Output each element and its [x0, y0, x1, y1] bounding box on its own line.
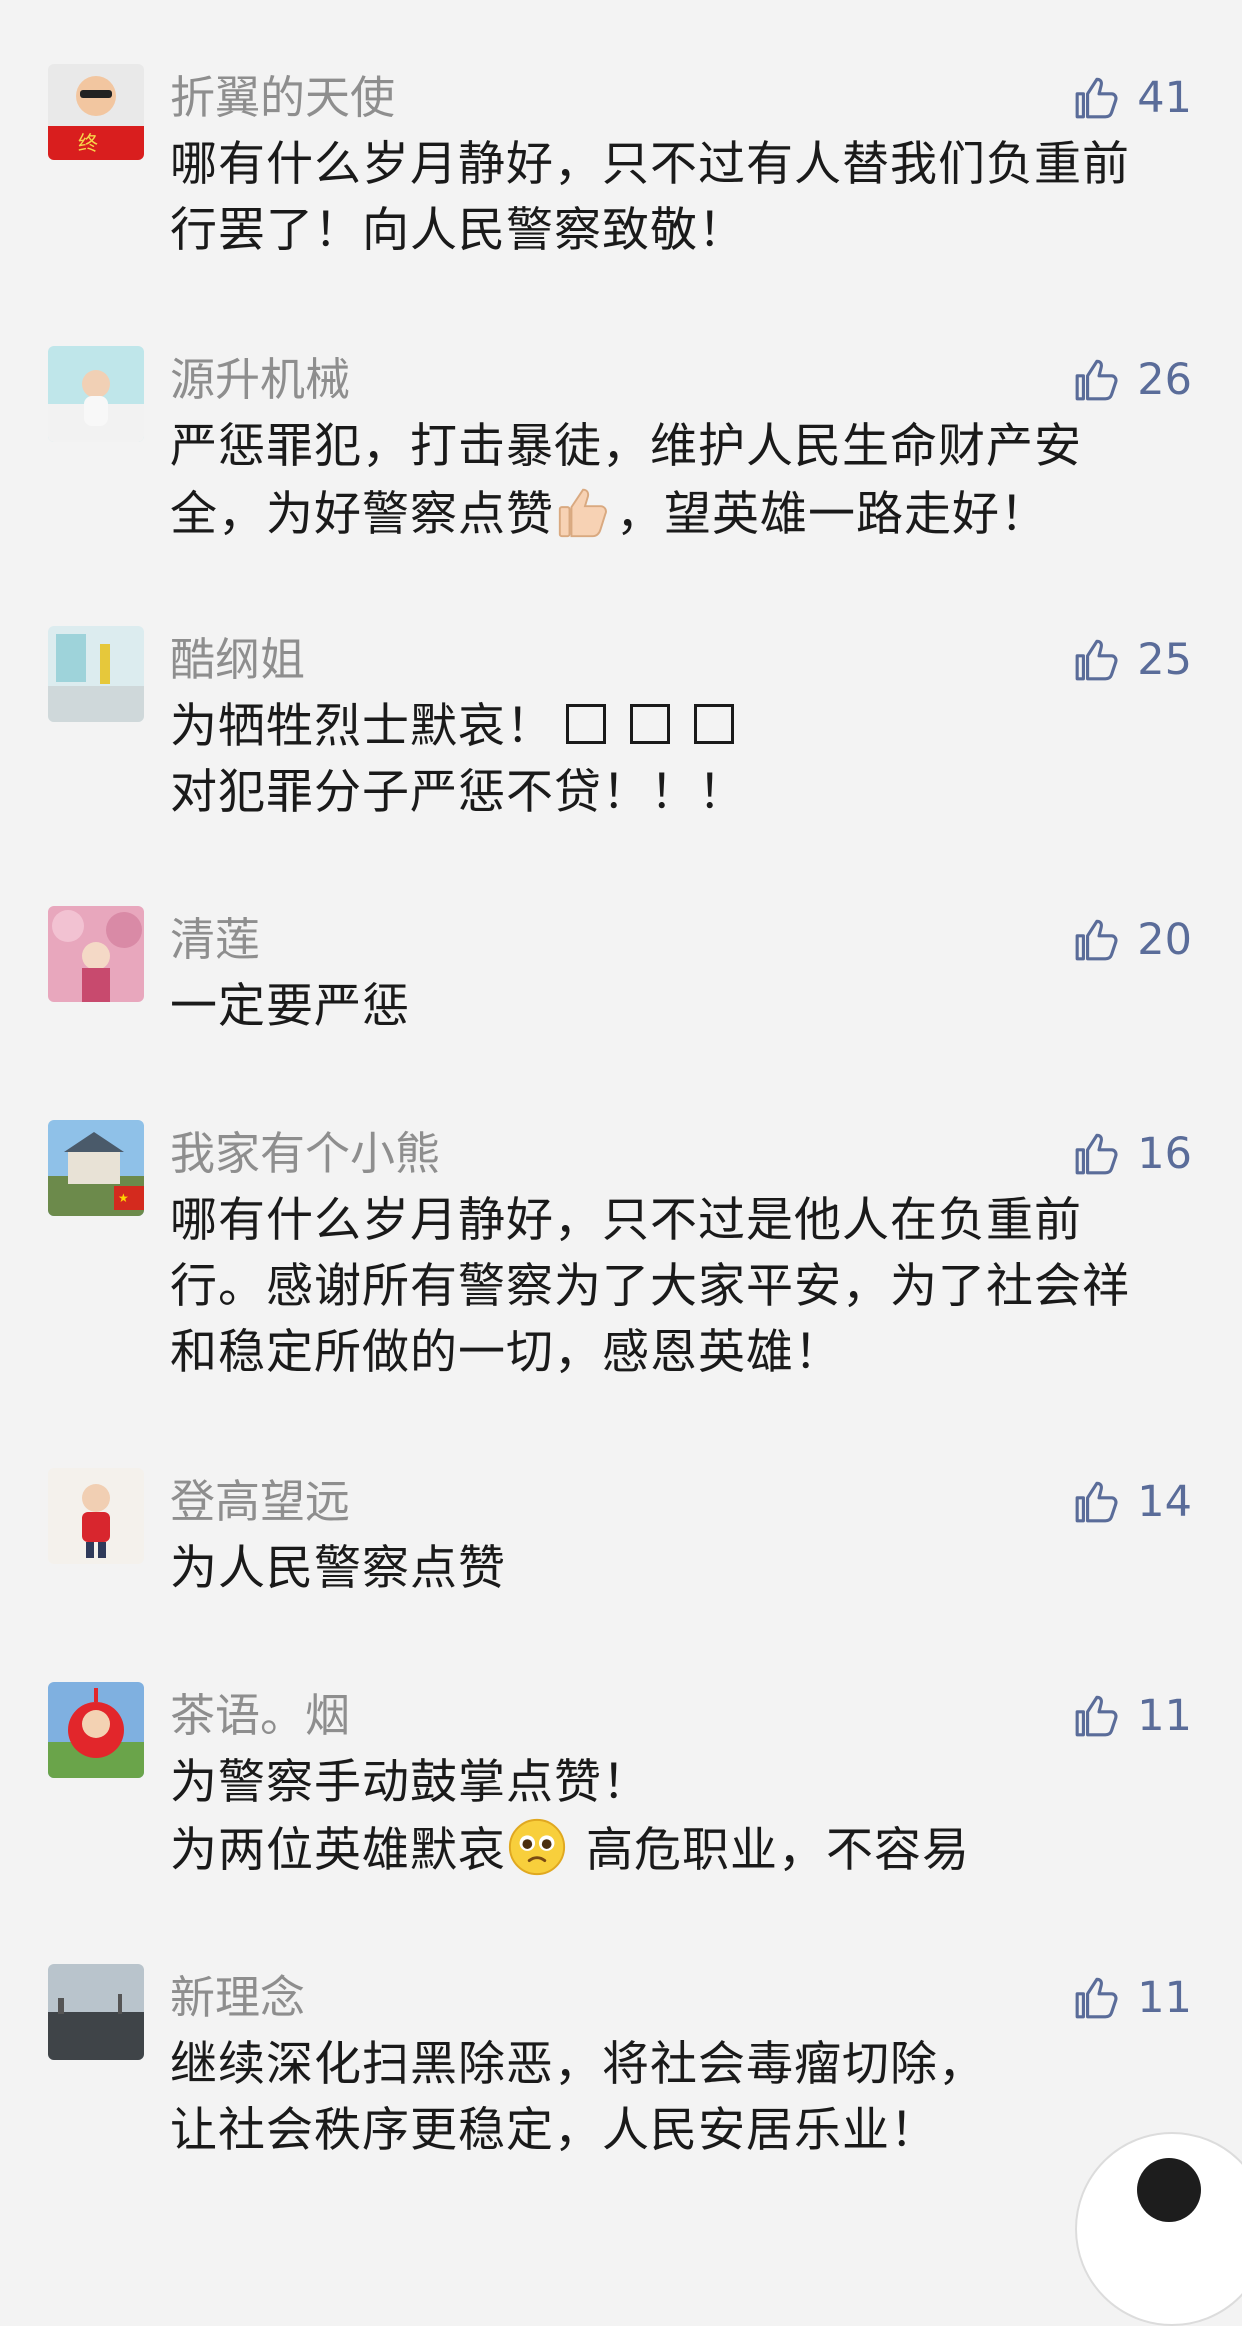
comment-fragment: 全，为好警察点赞 — [170, 487, 554, 542]
username[interactable]: 折翼的天使 — [170, 68, 395, 128]
comment-line: 为两位英雄默哀 高危职业，不容易 — [170, 1816, 1190, 1884]
svg-text:★: ★ — [118, 1191, 129, 1205]
comment-line: 对犯罪分子严惩不贷！！！ — [170, 765, 746, 820]
username[interactable]: 我家有个小熊 — [170, 1124, 440, 1184]
thumbs-up-icon — [1075, 359, 1118, 401]
like-button[interactable]: 14 — [1073, 1474, 1192, 1530]
like-count: 20 — [1137, 915, 1192, 965]
like-count: 41 — [1137, 73, 1192, 123]
comment-fragment: ，望英雄一路走好！ — [616, 487, 1048, 542]
avatar[interactable] — [48, 1964, 144, 2060]
thumbs-up-icon — [1075, 639, 1118, 681]
floating-button-logo — [1137, 2158, 1201, 2222]
username[interactable]: 酷纲姐 — [170, 630, 305, 690]
comment-line: 为警察手动鼓掌点赞！ — [170, 1755, 650, 1810]
avatar[interactable]: ★ — [48, 1120, 144, 1216]
like-count: 11 — [1137, 1691, 1192, 1741]
like-button[interactable]: 20 — [1073, 912, 1192, 968]
username[interactable]: 新理念 — [170, 1968, 305, 2028]
like-count: 16 — [1137, 1129, 1192, 1179]
comment-line: 全，为好警察点赞 ，望英雄一路走好！ — [170, 480, 1190, 548]
comment-text: 严惩罪犯，打击暴徒，维护人民生命财产安 全，为好警察点赞 ，望英雄一路走好！ — [170, 414, 1190, 548]
comment-text: 继续深化扫黑除恶，将社会毒瘤切除， 让社会秩序更稳定，人民安居乐业！ — [170, 2032, 1190, 2164]
like-button[interactable]: 41 — [1073, 70, 1192, 126]
comment-line: 和稳定所做的一切，感恩英雄！ — [170, 1325, 842, 1380]
comment-text: 为牺牲烈士默哀！ 对犯罪分子严惩不贷！！！ — [170, 694, 1190, 826]
comment-text: 为人民警察点赞 — [170, 1536, 1190, 1602]
thumbs-up-icon — [1075, 1481, 1118, 1523]
username[interactable]: 登高望远 — [170, 1472, 350, 1532]
username[interactable]: 清莲 — [170, 910, 260, 970]
like-button[interactable]: 25 — [1073, 632, 1192, 688]
avatar[interactable] — [48, 1468, 144, 1564]
avatar[interactable]: 终 — [48, 64, 144, 160]
comment-line: 哪有什么岁月静好，只不过是他人在负重前 — [170, 1193, 1082, 1248]
avatar[interactable] — [48, 626, 144, 722]
like-count: 11 — [1137, 1973, 1192, 2023]
comment-line: 为牺牲烈士默哀！ — [170, 694, 1190, 760]
comment-text: 为警察手动鼓掌点赞！ 为两位英雄默哀 高危职业，不容易 — [170, 1750, 1190, 1884]
thumbs-up-icon — [1075, 77, 1118, 119]
svg-text:终: 终 — [78, 131, 98, 155]
avatar[interactable] — [48, 906, 144, 1002]
missing-glyph-box — [566, 704, 606, 744]
missing-glyph-box — [694, 704, 734, 744]
comment-line: 为人民警察点赞 — [170, 1541, 506, 1596]
like-count: 14 — [1137, 1477, 1192, 1527]
comment-line: 严惩罪犯，打击暴徒，维护人民生命财产安 — [170, 419, 1082, 474]
comment-text: 哪有什么岁月静好，只不过有人替我们负重前 行罢了！向人民警察致敬！ — [170, 132, 1190, 264]
comment-text: 哪有什么岁月静好，只不过是他人在负重前 行。感谢所有警察为了大家平安，为了社会祥… — [170, 1188, 1190, 1386]
thumbs-up-icon — [1075, 1977, 1118, 2019]
thumbs-up-icon — [1075, 1695, 1118, 1737]
comment-line: 行罢了！向人民警察致敬！ — [170, 203, 746, 258]
comment-fragment: 为牺牲烈士默哀！ — [170, 699, 554, 754]
comment-text: 一定要严惩 — [170, 974, 1190, 1040]
comment-line: 继续深化扫黑除恶，将社会毒瘤切除， — [170, 2037, 986, 2092]
avatar[interactable] — [48, 1682, 144, 1778]
thumbs-up-icon — [1075, 1133, 1118, 1175]
like-button[interactable]: 16 — [1073, 1126, 1192, 1182]
comment-line: 哪有什么岁月静好，只不过有人替我们负重前 — [170, 137, 1130, 192]
comment-fragment: 高危职业，不容易 — [586, 1823, 970, 1878]
like-button[interactable]: 26 — [1073, 352, 1192, 408]
like-count: 26 — [1137, 355, 1192, 405]
like-button[interactable]: 11 — [1073, 1970, 1192, 2026]
avatar[interactable] — [48, 346, 144, 442]
like-button[interactable]: 11 — [1073, 1688, 1192, 1744]
thumbs-up-icon — [1075, 919, 1118, 961]
comment-line: 让社会秩序更稳定，人民安居乐业！ — [170, 2103, 938, 2158]
comment-line: 行。感谢所有警察为了大家平安，为了社会祥 — [170, 1259, 1130, 1314]
username[interactable]: 源升机械 — [170, 350, 350, 410]
thumbs-up-emoji — [558, 488, 607, 538]
pleading-face-emoji — [508, 1818, 566, 1876]
missing-glyph-box — [630, 704, 670, 744]
comment-line: 一定要严惩 — [170, 979, 410, 1034]
like-count: 25 — [1137, 635, 1192, 685]
username[interactable]: 茶语。烟 — [170, 1686, 350, 1746]
comment-fragment: 为两位英雄默哀 — [170, 1823, 506, 1878]
